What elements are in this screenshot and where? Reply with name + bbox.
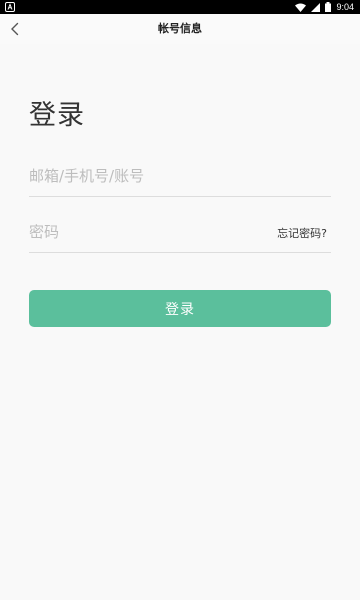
status-icons: 9:04 <box>295 0 354 14</box>
login-button[interactable]: 登录 <box>29 290 331 327</box>
signal-icon <box>311 2 321 12</box>
status-bar: 9:04 <box>0 0 360 14</box>
account-field <box>29 158 331 197</box>
app-bar: 帐号信息 <box>0 14 360 44</box>
battery-icon <box>325 2 332 12</box>
status-time: 9:04 <box>336 2 354 12</box>
forgot-password-link[interactable]: 忘记密码? <box>277 225 327 241</box>
password-input[interactable] <box>29 214 259 250</box>
chevron-left-icon[interactable] <box>6 19 24 39</box>
wifi-icon <box>295 3 307 12</box>
account-input[interactable] <box>29 158 259 194</box>
page-title: 帐号信息 <box>158 22 202 35</box>
password-field: 忘记密码? <box>29 214 331 253</box>
login-heading: 登录 <box>29 100 85 131</box>
a-notification-icon <box>5 2 15 12</box>
